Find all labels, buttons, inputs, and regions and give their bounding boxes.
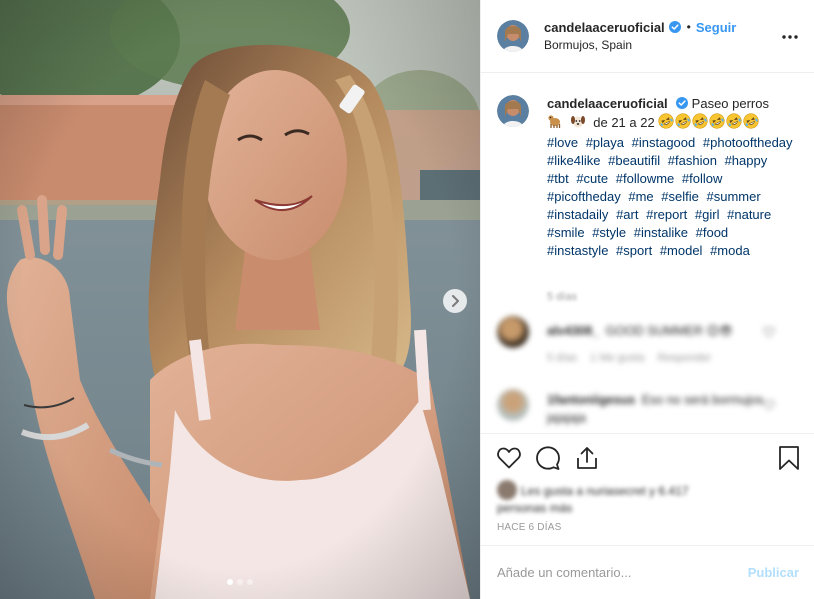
comment-text: alv4308_ GOOD SUMMER 😊😎 (547, 322, 777, 340)
comment-meta: 5 días 1 Me gusta Responder (547, 352, 711, 364)
post-side-panel: candelaaceruoficial • Seguir Bormujos, S… (480, 0, 814, 599)
chevron-right-icon (452, 295, 459, 307)
caption-body: candelaaceruoficial Paseo perros de 21 a … (547, 95, 799, 260)
comment-input[interactable] (497, 565, 748, 580)
reply-button[interactable]: Responder (658, 352, 712, 364)
hashtag-link[interactable]: #summer (706, 189, 760, 204)
carousel-indicator (0, 579, 480, 585)
comment-text: 1fantoniigesus Eso no será bormujos jaja… (547, 391, 777, 427)
carousel-dot (237, 579, 243, 585)
post-header: candelaaceruoficial • Seguir Bormujos, S… (481, 0, 814, 73)
rofl-emoji-icon (709, 113, 725, 134)
comment-like-icon[interactable] (763, 326, 775, 338)
hashtag-link[interactable]: #playa (586, 135, 624, 150)
carousel-dot (247, 579, 253, 585)
hashtag-link[interactable]: #nature (727, 207, 771, 222)
hashtag-link[interactable]: #sport (616, 243, 652, 258)
liker-avatar (497, 480, 517, 500)
hashtag-link[interactable]: #tbt (547, 171, 569, 186)
heart-icon (497, 447, 521, 469)
header-separator: • (686, 19, 691, 34)
like-button[interactable] (495, 444, 523, 472)
post-actions: Les gusta a nuriasecret y 6.417 personas… (481, 433, 814, 545)
hashtag-link[interactable]: #girl (695, 207, 720, 222)
commenter-username[interactable]: alv4308_ (547, 324, 599, 338)
rofl-emoji-icon (726, 113, 742, 134)
comment-body: GOOD SUMMER 😊😎 (605, 324, 733, 338)
hashtag-link[interactable]: #fashion (668, 153, 717, 168)
caption-avatar[interactable] (497, 95, 529, 127)
hashtag-link[interactable]: #instadaily (547, 207, 608, 222)
rofl-emoji-icon (743, 113, 759, 134)
next-photo-button[interactable] (443, 289, 467, 313)
hashtag-link[interactable]: #food (696, 225, 729, 240)
hashtag-link[interactable]: #like4like (547, 153, 600, 168)
hashtag-link[interactable]: #follow (682, 171, 722, 186)
post-timestamp: HACE 6 DÍAS (497, 522, 562, 533)
comment-time: 5 días (547, 352, 577, 364)
add-comment-bar: Publicar (481, 545, 814, 599)
rofl-emoji-row (658, 113, 760, 130)
hashtag-link[interactable]: #report (646, 207, 687, 222)
commenter-avatar[interactable] (497, 316, 529, 348)
likes-summary[interactable]: Les gusta a nuriasecret y 6.417 personas… (497, 480, 727, 517)
rofl-emoji-icon (658, 113, 674, 134)
avatar-image (497, 20, 529, 52)
save-button[interactable] (775, 444, 803, 472)
hashtag-link[interactable]: #art (616, 207, 638, 222)
instagram-post: candelaaceruoficial • Seguir Bormujos, S… (0, 0, 814, 599)
hashtag-link[interactable]: #happy (725, 153, 768, 168)
verified-badge-icon (668, 21, 681, 33)
hashtag-link[interactable]: #followme (616, 171, 675, 186)
hashtag-link[interactable]: #style (592, 225, 626, 240)
carousel-dot (227, 579, 233, 585)
commenter-avatar[interactable] (497, 389, 529, 421)
caption-text: Paseo perros (691, 96, 769, 111)
hashtag-list: #love #playa #instagood #photooftheday #… (547, 135, 797, 258)
share-icon (577, 447, 597, 469)
speech-bubble-icon (536, 446, 560, 470)
caption-username[interactable]: candelaaceruoficial (547, 96, 668, 111)
hashtag-link[interactable]: #instagood (632, 135, 696, 150)
bookmark-icon (779, 446, 799, 470)
hashtag-link[interactable]: #model (660, 243, 703, 258)
hashtag-link[interactable]: #smile (547, 225, 585, 240)
post-photo (0, 0, 480, 599)
hashtag-link[interactable]: #love (547, 135, 578, 150)
comments-list[interactable]: candelaaceruoficial Paseo perros de 21 a … (481, 73, 814, 433)
caption-time: 5 días (547, 291, 577, 303)
hashtag-link[interactable]: #picoftheday (547, 189, 621, 204)
caption-schedule-text: de 21 a 22 (593, 115, 655, 130)
follow-button[interactable]: Seguir (696, 19, 736, 36)
share-button[interactable] (573, 444, 601, 472)
dog-emoji-icon (547, 113, 563, 134)
hashtag-link[interactable]: #moda (710, 243, 750, 258)
hashtag-link[interactable]: #photooftheday (703, 135, 793, 150)
hashtag-link[interactable]: #cute (576, 171, 608, 186)
more-options-button[interactable] (781, 28, 799, 46)
comment-like-icon[interactable] (763, 399, 775, 411)
more-horizontal-icon (782, 35, 798, 39)
author-avatar[interactable] (497, 20, 529, 52)
avatar-image (497, 95, 529, 127)
rofl-emoji-icon (675, 113, 691, 134)
hashtag-link[interactable]: #beautifil (608, 153, 660, 168)
hashtag-link[interactable]: #instastyle (547, 243, 608, 258)
hashtag-link[interactable]: #instalike (634, 225, 688, 240)
commenter-username[interactable]: 1fantoniigesus (547, 393, 635, 407)
verified-badge-icon (675, 97, 688, 109)
post-media[interactable] (0, 0, 480, 599)
post-caption: candelaaceruoficial Paseo perros de 21 a … (497, 95, 799, 260)
header-text: candelaaceruoficial • Seguir Bormujos, S… (544, 19, 736, 54)
comment-likes[interactable]: 1 Me gusta (590, 352, 644, 364)
rofl-emoji-icon (692, 113, 708, 134)
likes-text: Les gusta a nuriasecret y 6.417 personas… (497, 484, 689, 515)
hashtag-link[interactable]: #selfie (661, 189, 699, 204)
puppy-emoji-icon (570, 113, 586, 134)
author-username[interactable]: candelaaceruoficial (544, 19, 665, 36)
hashtag-link[interactable]: #me (628, 189, 653, 204)
comment-button[interactable] (534, 444, 562, 472)
post-location[interactable]: Bormujos, Spain (544, 37, 736, 54)
publish-button[interactable]: Publicar (748, 565, 799, 580)
